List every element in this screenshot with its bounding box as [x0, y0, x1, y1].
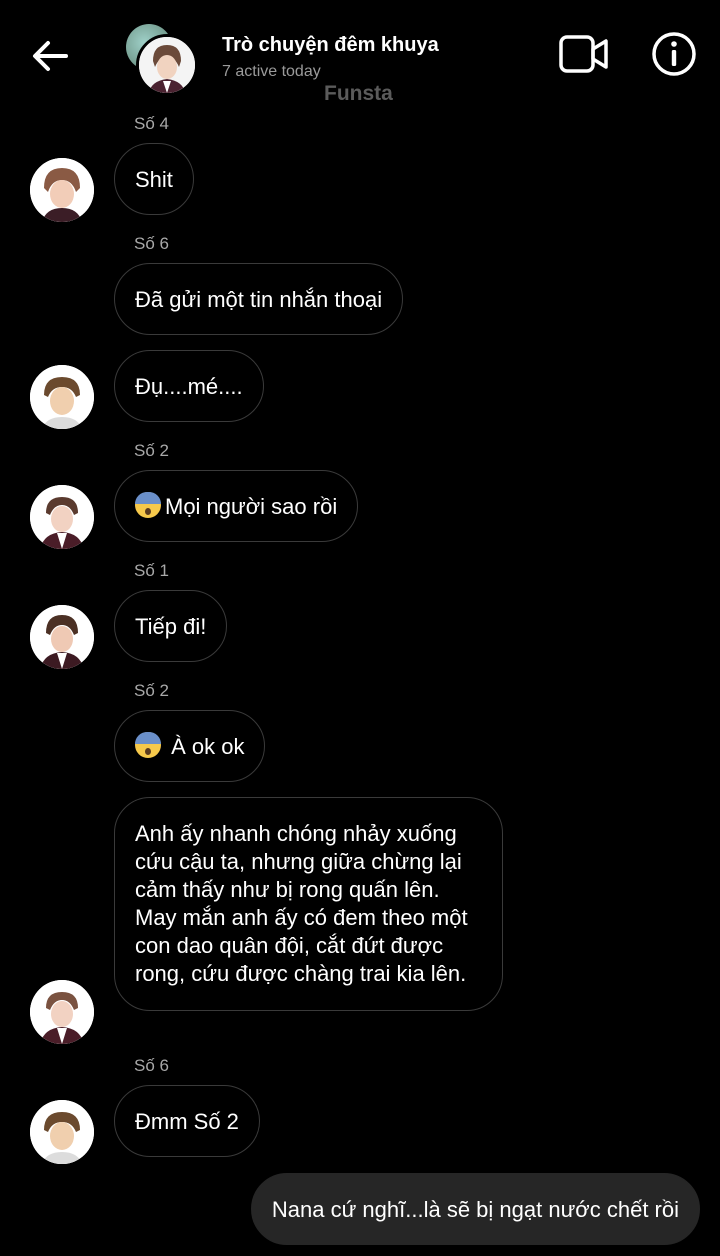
anxious-face-emoji: [135, 492, 161, 518]
back-arrow-icon[interactable]: [26, 32, 74, 80]
sender-name: Số 6: [134, 1056, 169, 1075]
message-text: Mọi người sao rồi: [165, 494, 338, 519]
message-text: Đụ....mé....: [135, 374, 243, 399]
group-avatar-front: [136, 34, 198, 96]
message-text: Shit: [135, 167, 173, 192]
message-text: À ok ok: [165, 734, 245, 759]
sender-name: Số 4: [134, 114, 169, 133]
avatar[interactable]: [30, 980, 94, 1044]
sender-name: Số 1: [134, 561, 169, 580]
message-bubble[interactable]: À ok ok: [114, 710, 266, 782]
message-text: Nana cứ nghĩ...là sẽ bị ngạt nước chết r…: [271, 1197, 679, 1222]
avatar[interactable]: [30, 605, 94, 669]
message-bubble[interactable]: Shit: [114, 143, 194, 215]
app-watermark: Funsta: [324, 82, 393, 105]
avatar[interactable]: [30, 365, 94, 429]
info-icon[interactable]: [650, 30, 698, 78]
voice-message-bubble[interactable]: Đã gửi một tin nhắn thoại: [114, 263, 404, 335]
avatar[interactable]: [30, 485, 94, 549]
avatar[interactable]: [30, 1100, 94, 1164]
sender-name: Số 6: [134, 234, 169, 253]
message-bubble[interactable]: Anh ấy nhanh chóng nhảy xuống cứu cậu ta…: [114, 797, 503, 1011]
message-bubble[interactable]: Đmm Số 2: [114, 1085, 260, 1157]
active-status: 7 active today: [222, 63, 321, 80]
message-bubble[interactable]: Tiếp đi!: [114, 590, 228, 662]
avatar[interactable]: [30, 158, 94, 222]
anxious-face-emoji: [135, 732, 161, 758]
chat-header: Trò chuyện đêm khuya 7 active today Funs…: [0, 0, 720, 110]
message-text: Anh ấy nhanh chóng nhảy xuống cứu cậu ta…: [135, 821, 468, 986]
message-text: Đmm Số 2: [135, 1109, 239, 1134]
message-bubble[interactable]: Đụ....mé....: [114, 350, 264, 422]
chat-title[interactable]: Trò chuyện đêm khuya: [222, 34, 439, 57]
message-bubble[interactable]: Mọi người sao rồi: [114, 470, 359, 542]
own-message-bubble[interactable]: Nana cứ nghĩ...là sẽ bị ngạt nước chết r…: [250, 1173, 700, 1245]
group-avatar[interactable]: [124, 22, 198, 96]
sender-name: Số 2: [134, 441, 169, 460]
message-text: Tiếp đi!: [135, 614, 207, 639]
sender-name: Số 2: [134, 681, 169, 700]
message-text: Đã gửi một tin nhắn thoại: [135, 287, 383, 312]
video-call-icon[interactable]: [558, 32, 610, 76]
